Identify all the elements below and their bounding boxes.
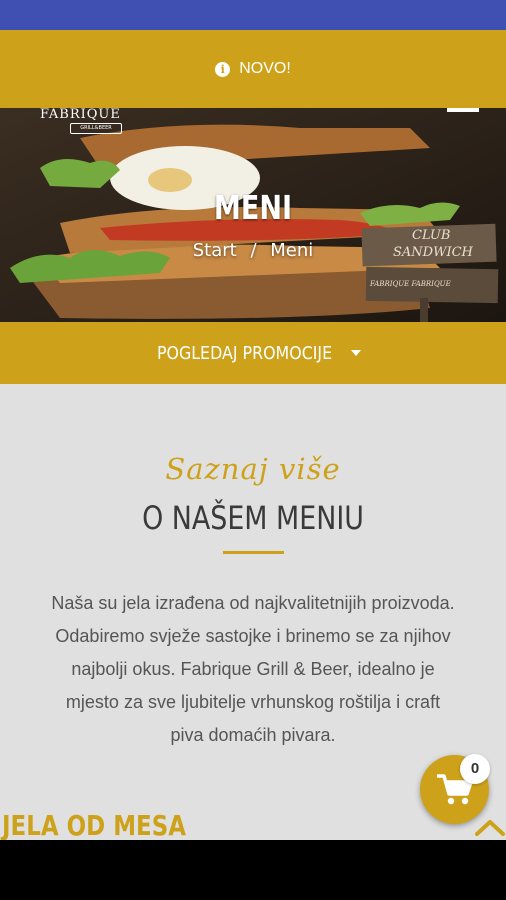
breadcrumb-home-link[interactable]: Start — [193, 240, 237, 261]
caret-down-icon — [350, 350, 361, 356]
paragraph-line: Odabiremo svježe sastojke i brinemo se z… — [55, 626, 451, 646]
restaurant-logo-subtitle: GRILL&BEER — [70, 123, 122, 134]
hero-banner: FABRIQUE GRILL&BEER CLUB SANDWICH FABRIQ… — [0, 108, 506, 322]
news-banner-label: NOVO! — [239, 60, 291, 77]
breadcrumb: Start / Meni — [0, 240, 506, 261]
section-heading: O NAŠEM MENIU — [142, 499, 364, 537]
info-icon: i — [215, 61, 231, 77]
news-banner[interactable]: i NOVO! — [0, 30, 506, 108]
scroll-to-top-icon[interactable] — [474, 816, 506, 838]
cart-count-badge: 0 — [460, 754, 490, 784]
category-heading: JELA OD MESA — [2, 809, 187, 842]
heading-divider — [223, 551, 284, 554]
sign-text: FABRIQUE FABRIQUE — [370, 280, 451, 288]
promotions-label: POGLEDAJ PROMOCIJE — [157, 342, 333, 364]
restaurant-logo[interactable]: FABRIQUE — [40, 108, 121, 122]
breadcrumb-separator: / — [250, 240, 257, 261]
paragraph-line: najbolji okus. Fabrique Grill & Beer, id… — [71, 659, 435, 679]
hamburger-menu-icon[interactable] — [447, 108, 479, 112]
paragraph-line: piva domaćih pivara. — [170, 725, 336, 745]
section-subtitle: Saznaj više — [165, 452, 341, 486]
page-title: MENI — [213, 188, 293, 227]
status-bar — [0, 0, 506, 30]
about-paragraph: Naša su jela izrađena od najkvalitetniji… — [18, 587, 488, 752]
promotions-dropdown-button[interactable]: POGLEDAJ PROMOCIJE — [0, 322, 506, 384]
paragraph-line: Naša su jela izrađena od najkvalitetniji… — [51, 593, 455, 613]
system-navigation-bar — [0, 840, 506, 900]
breadcrumb-current: Meni — [270, 240, 314, 261]
paragraph-line: mjesto za sve ljubitelje vrhunskog rošti… — [65, 692, 441, 712]
